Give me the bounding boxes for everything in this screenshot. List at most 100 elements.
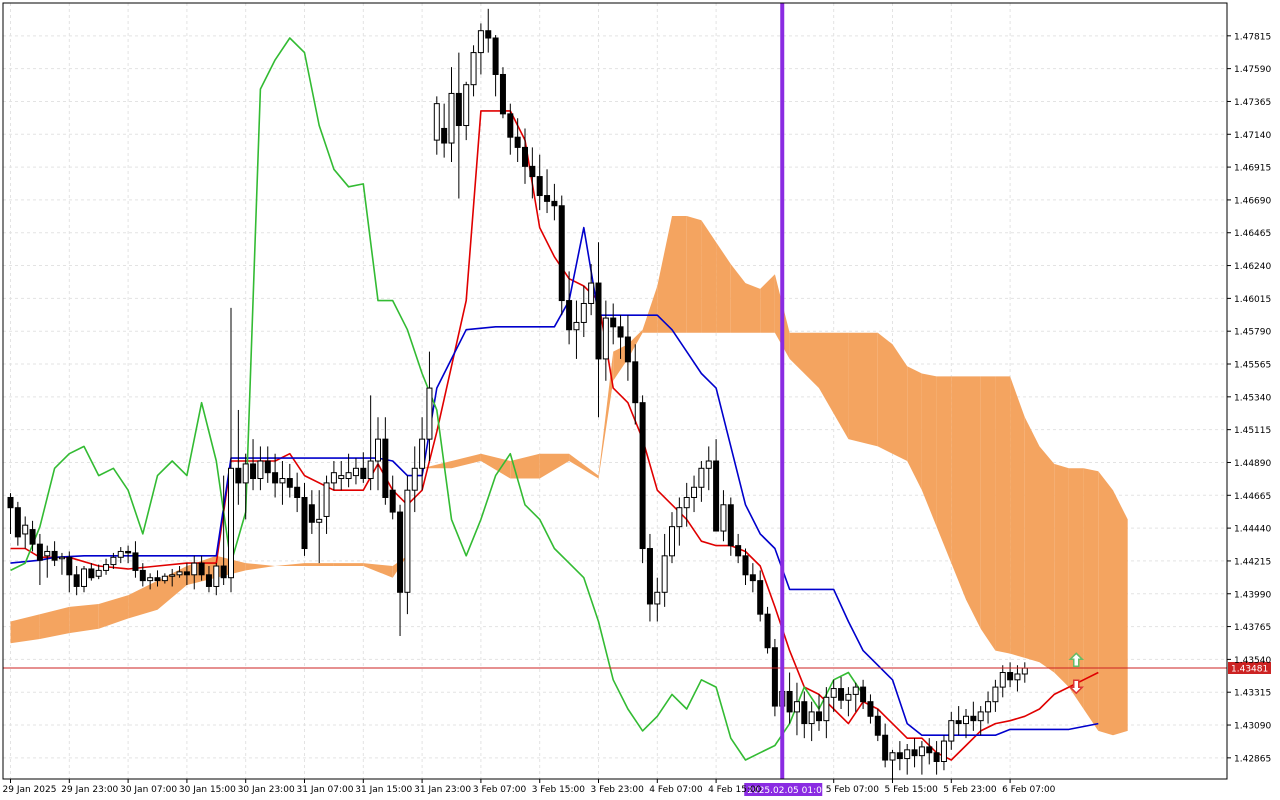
y-tick-label: 1.43315 <box>1234 689 1271 699</box>
y-tick-label: 1.43540 <box>1234 656 1271 666</box>
candle-body <box>1007 672 1014 681</box>
x-tick-label: 30 Jan 07:00 <box>120 785 177 795</box>
candle-body <box>44 550 51 557</box>
candle-body <box>272 472 279 484</box>
candle-body <box>139 569 146 582</box>
candle-body <box>683 496 690 509</box>
candle-body <box>397 511 404 593</box>
candle-body <box>676 507 683 528</box>
kumo-segment-bullish <box>672 216 687 333</box>
y-tick-label: 1.45565 <box>1234 361 1271 371</box>
candle-body <box>661 555 668 593</box>
candle-body <box>441 127 448 144</box>
candle-body <box>646 548 653 605</box>
candle-body <box>411 467 418 491</box>
candle-body <box>514 136 521 148</box>
y-tick-label: 1.44215 <box>1234 557 1271 567</box>
candle-body <box>882 734 889 761</box>
candle-body <box>147 577 154 582</box>
candle-body <box>294 486 301 498</box>
candle-body <box>669 526 675 557</box>
candle-body <box>573 321 580 331</box>
current-price-label: 1.43481 <box>1231 664 1268 674</box>
candle[interactable] <box>639 395 646 564</box>
candle-body <box>375 438 381 462</box>
candle-body <box>860 686 867 703</box>
candle-body <box>926 746 933 754</box>
candle-body <box>948 720 955 742</box>
candle-body <box>176 571 183 576</box>
candle-body <box>169 574 176 577</box>
candle-body <box>698 467 705 488</box>
candle-body <box>852 686 859 695</box>
candle-body <box>132 552 139 571</box>
candle-body <box>977 711 984 722</box>
candle-body <box>125 550 132 554</box>
candle-body <box>970 715 977 722</box>
candle-body <box>419 438 426 469</box>
ichimoku-chart[interactable]: 1.434812025.02.05 01:00 1.478151.475901.… <box>0 0 1280 800</box>
candle-body <box>316 518 323 523</box>
kumo-segment-bullish <box>877 332 893 454</box>
kumo-segment-bullish <box>951 376 966 600</box>
candle-body <box>771 647 778 707</box>
candle-body <box>558 205 565 302</box>
candle-body <box>235 467 242 484</box>
candle-body <box>367 460 374 480</box>
y-tick-label: 1.43090 <box>1234 722 1271 732</box>
kumo-segment-bullish <box>1113 490 1128 736</box>
candle[interactable] <box>764 606 771 654</box>
candle-body <box>191 562 198 576</box>
y-tick-label: 1.46915 <box>1234 164 1271 174</box>
candle-body <box>940 740 947 762</box>
candle-body <box>602 317 609 360</box>
candle-body <box>830 688 837 698</box>
kumo-segment-bullish <box>1024 417 1040 663</box>
candle-body <box>911 749 918 757</box>
candle-body <box>455 92 462 127</box>
x-tick-label: 3 Feb 23:00 <box>591 785 645 795</box>
candle-body <box>220 565 227 579</box>
candle-body <box>735 545 742 557</box>
y-tick-label: 1.46690 <box>1234 196 1271 206</box>
candle-body <box>713 460 720 532</box>
candle-body <box>205 574 212 587</box>
candle-body <box>720 504 727 532</box>
candle-body <box>242 463 249 484</box>
candle-body <box>382 438 389 498</box>
y-tick-label: 1.44665 <box>1234 492 1271 502</box>
candle-body <box>867 701 874 717</box>
y-tick-label: 1.46240 <box>1234 262 1271 272</box>
y-tick-label: 1.44440 <box>1234 525 1271 535</box>
candle-body <box>323 482 330 517</box>
candle-body <box>1021 667 1028 675</box>
candle-body <box>36 543 43 561</box>
candle-body <box>73 574 80 587</box>
candle-body <box>522 146 528 167</box>
candle-body <box>536 176 543 197</box>
candle-body <box>360 467 367 480</box>
candle-body <box>22 524 29 535</box>
candle-body <box>485 30 492 39</box>
x-tick-label: 31 Jan 23:00 <box>414 785 471 795</box>
candle[interactable] <box>499 67 506 119</box>
candle-body <box>896 752 903 760</box>
x-tick-label: 31 Jan 07:00 <box>297 785 354 795</box>
candle-body <box>1014 673 1021 681</box>
x-tick-label: 29 Jan 23:00 <box>61 785 118 795</box>
y-tick-label: 1.45340 <box>1234 393 1271 403</box>
candle-body <box>183 571 190 576</box>
candle-body <box>213 565 220 587</box>
candle[interactable] <box>558 195 565 316</box>
candle-body <box>477 30 484 54</box>
y-tick-label: 1.44890 <box>1234 459 1271 469</box>
x-tick-label: 29 Jan 2025 <box>3 785 57 795</box>
candle[interactable] <box>771 638 778 717</box>
y-tick-label: 1.46465 <box>1234 229 1271 239</box>
candle-body <box>749 574 756 582</box>
candle-body <box>999 672 1006 688</box>
candle-body <box>161 575 168 582</box>
candle-body <box>352 467 359 477</box>
candle-body <box>492 37 499 75</box>
candle-body <box>845 693 852 701</box>
